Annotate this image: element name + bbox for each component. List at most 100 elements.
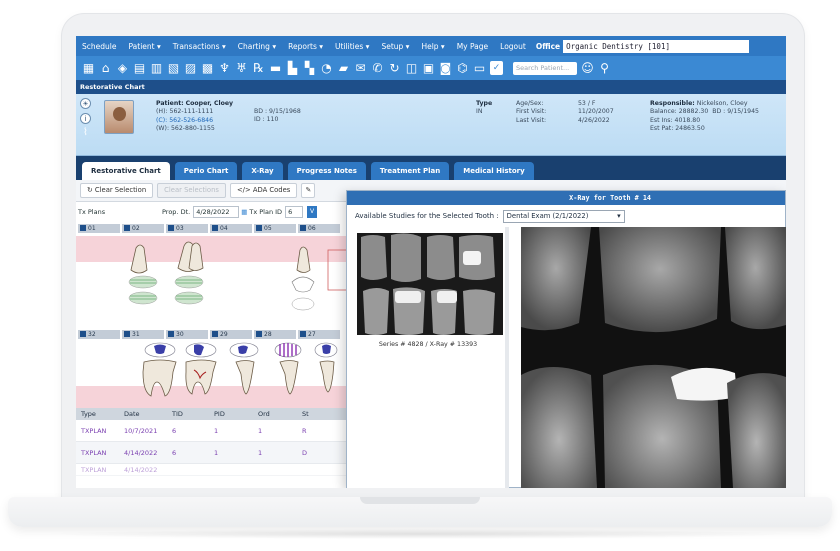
menu-patient[interactable]: Patient ▾ bbox=[122, 42, 166, 51]
tx-icon[interactable]: ▩ bbox=[201, 61, 214, 75]
ada-codes-button[interactable]: </> ADA Codes bbox=[229, 183, 298, 198]
tab-x-ray[interactable]: X-Ray bbox=[242, 162, 283, 180]
prop-dt-field[interactable]: 4/28/2022 bbox=[193, 206, 240, 218]
menu-help[interactable]: Help ▾ bbox=[415, 42, 450, 51]
tooth-num-31[interactable]: 31 bbox=[122, 330, 164, 339]
patient-name-label: Patient: bbox=[156, 100, 184, 107]
tooth-num-27[interactable]: 27 bbox=[298, 330, 340, 339]
col-tid[interactable]: TID bbox=[172, 408, 214, 420]
office-selector[interactable]: Organic Dentistry [101] bbox=[563, 39, 750, 53]
calendar-picker-icon[interactable]: ▦ bbox=[241, 208, 247, 216]
study-select[interactable]: Dental Exam (2/1/2022) ▾ bbox=[502, 209, 625, 223]
tooth-num-03[interactable]: 03 bbox=[166, 224, 208, 233]
tooth-num-01[interactable]: 01 bbox=[78, 224, 120, 233]
col-ord[interactable]: Ord bbox=[258, 408, 302, 420]
tab-restorative-chart[interactable]: Restorative Chart bbox=[82, 162, 170, 180]
alert-icon[interactable]: ☀ bbox=[80, 98, 91, 109]
col-st[interactable]: St bbox=[302, 408, 342, 420]
tooth-num-28[interactable]: 28 bbox=[254, 330, 296, 339]
home-icon[interactable]: ⌂ bbox=[99, 61, 112, 75]
calendar-icon[interactable]: ▦ bbox=[82, 61, 95, 75]
find-icon[interactable]: ⚲ bbox=[598, 61, 611, 75]
tab-treatment-plan[interactable]: Treatment Plan bbox=[370, 162, 450, 180]
message-icon[interactable]: ▰ bbox=[337, 61, 350, 75]
camera-icon[interactable]: ◙ bbox=[439, 61, 452, 75]
edit-button[interactable]: ✎ bbox=[301, 183, 316, 198]
txplan-go-button[interactable]: V bbox=[307, 206, 318, 218]
tab-progress-notes[interactable]: Progress Notes bbox=[287, 162, 366, 180]
xray-thumbnail[interactable] bbox=[357, 233, 503, 335]
email-icon[interactable]: ✆ bbox=[371, 61, 384, 75]
upper-tooth-numbers: 01 02 03 04 05 06 bbox=[76, 224, 348, 234]
clock-icon[interactable]: ◔ bbox=[320, 61, 333, 75]
table-row[interactable]: TXPLAN 10/7/2021 6 1 1 R bbox=[76, 420, 348, 442]
checkbox-icon[interactable]: ✓ bbox=[490, 61, 503, 75]
chevron-down-icon: ▾ bbox=[617, 211, 621, 220]
balance: Balance: 28882.30 bbox=[650, 108, 709, 116]
print-icon[interactable]: ▙ bbox=[286, 61, 299, 75]
icon-toolbar: ▦ ⌂ ◈ ▤ ▥ ▧ ▨ ▩ ♆ ♅ ℞ ▬ ▙ ▚ ◔ ▰ ✉ ✆ ↻ ◫ … bbox=[76, 56, 786, 80]
info-icon[interactable]: i bbox=[80, 113, 91, 124]
rx-icon[interactable]: ℞ bbox=[252, 61, 265, 75]
col-date[interactable]: Date bbox=[124, 408, 172, 420]
fax-icon[interactable]: ▭ bbox=[473, 61, 486, 75]
menu-my-page[interactable]: My Page bbox=[451, 42, 494, 51]
patient-id: ID : 110 bbox=[254, 116, 279, 124]
perio-icon[interactable]: ♆ bbox=[218, 61, 231, 75]
tooth-num-02[interactable]: 02 bbox=[122, 224, 164, 233]
chart-icon[interactable]: ▤ bbox=[133, 61, 146, 75]
tooth-num-29[interactable]: 29 bbox=[210, 330, 252, 339]
navigate-icon[interactable]: ◈ bbox=[116, 61, 129, 75]
tab-medical-history[interactable]: Medical History bbox=[454, 162, 534, 180]
menu-schedule[interactable]: Schedule bbox=[76, 42, 122, 51]
menu-setup[interactable]: Setup ▾ bbox=[375, 42, 415, 51]
tooth-num-04[interactable]: 04 bbox=[210, 224, 252, 233]
txplan-label: Tx Plans bbox=[78, 208, 106, 216]
patient-contact: Patient: Cooper, Cloey (H): 562-111-1111… bbox=[156, 100, 233, 134]
tooth-num-30[interactable]: 30 bbox=[166, 330, 208, 339]
bank-icon[interactable]: ⌬ bbox=[456, 61, 469, 75]
responsible-birthdate: BD : 9/15/1945 bbox=[712, 108, 759, 116]
col-type[interactable]: Type bbox=[76, 408, 124, 420]
office-label: Office bbox=[535, 41, 561, 51]
menu-logout[interactable]: Logout bbox=[494, 42, 532, 51]
document-icon[interactable]: ▬ bbox=[269, 61, 282, 75]
clear-selection-button[interactable]: ↻ Clear Selection bbox=[80, 183, 154, 198]
tooth-num-05[interactable]: 05 bbox=[254, 224, 296, 233]
tooth-num-32[interactable]: 32 bbox=[78, 330, 120, 339]
xray-viewer[interactable] bbox=[521, 227, 786, 488]
tooth-num-06[interactable]: 06 bbox=[298, 224, 340, 233]
table-row[interactable]: TXPLAN 4/14/2022 6 1 1 D bbox=[76, 442, 348, 464]
lower-teeth[interactable] bbox=[76, 340, 348, 408]
search-patient-input[interactable]: Search Patient... bbox=[513, 61, 577, 75]
layout-icon[interactable]: ◫ bbox=[405, 61, 418, 75]
table-row[interactable]: TXPLAN 4/14/2022 bbox=[76, 464, 348, 476]
user-search-icon[interactable]: ☺ bbox=[581, 61, 594, 75]
menu-charting[interactable]: Charting ▾ bbox=[232, 42, 282, 51]
sms-icon[interactable]: ✉ bbox=[354, 61, 367, 75]
tx-plan-id-field[interactable]: 6 bbox=[285, 206, 304, 218]
letter-icon[interactable]: ▚ bbox=[303, 61, 316, 75]
last-visit: 4/26/2022 bbox=[578, 116, 610, 124]
type-label: Type bbox=[476, 100, 493, 107]
responsible-label: Responsible: bbox=[650, 100, 695, 107]
thumbnail-scrollbar[interactable] bbox=[505, 227, 509, 488]
ledger-icon[interactable]: ▥ bbox=[150, 61, 163, 75]
pn-icon[interactable]: ▨ bbox=[184, 61, 197, 75]
tooth-chart: 01 02 03 04 05 06 32 31 30 29 28 27 bbox=[76, 222, 348, 408]
col-pid[interactable]: PID bbox=[214, 408, 258, 420]
insurance-icon[interactable]: ▧ bbox=[167, 61, 180, 75]
attachment-icon[interactable]: ⌇ bbox=[80, 128, 91, 139]
xray-dialog-title: X-Ray for Tooth # 14 bbox=[347, 191, 785, 205]
upper-teeth[interactable] bbox=[76, 236, 348, 322]
tab-perio-chart[interactable]: Perio Chart bbox=[174, 162, 238, 180]
menu-utilities[interactable]: Utilities ▾ bbox=[329, 42, 375, 51]
cell-phone[interactable]: (C): 562-526-6846 bbox=[156, 117, 233, 125]
menu-transactions[interactable]: Transactions ▾ bbox=[167, 42, 232, 51]
refresh-icon[interactable]: ↻ bbox=[388, 61, 401, 75]
menu-reports[interactable]: Reports ▾ bbox=[282, 42, 329, 51]
batch-icon[interactable]: ▣ bbox=[422, 61, 435, 75]
work-phone: (W): 562-880-1155 bbox=[156, 125, 215, 133]
patient-avatar[interactable] bbox=[104, 100, 134, 134]
tooth-icon[interactable]: ♅ bbox=[235, 61, 248, 75]
